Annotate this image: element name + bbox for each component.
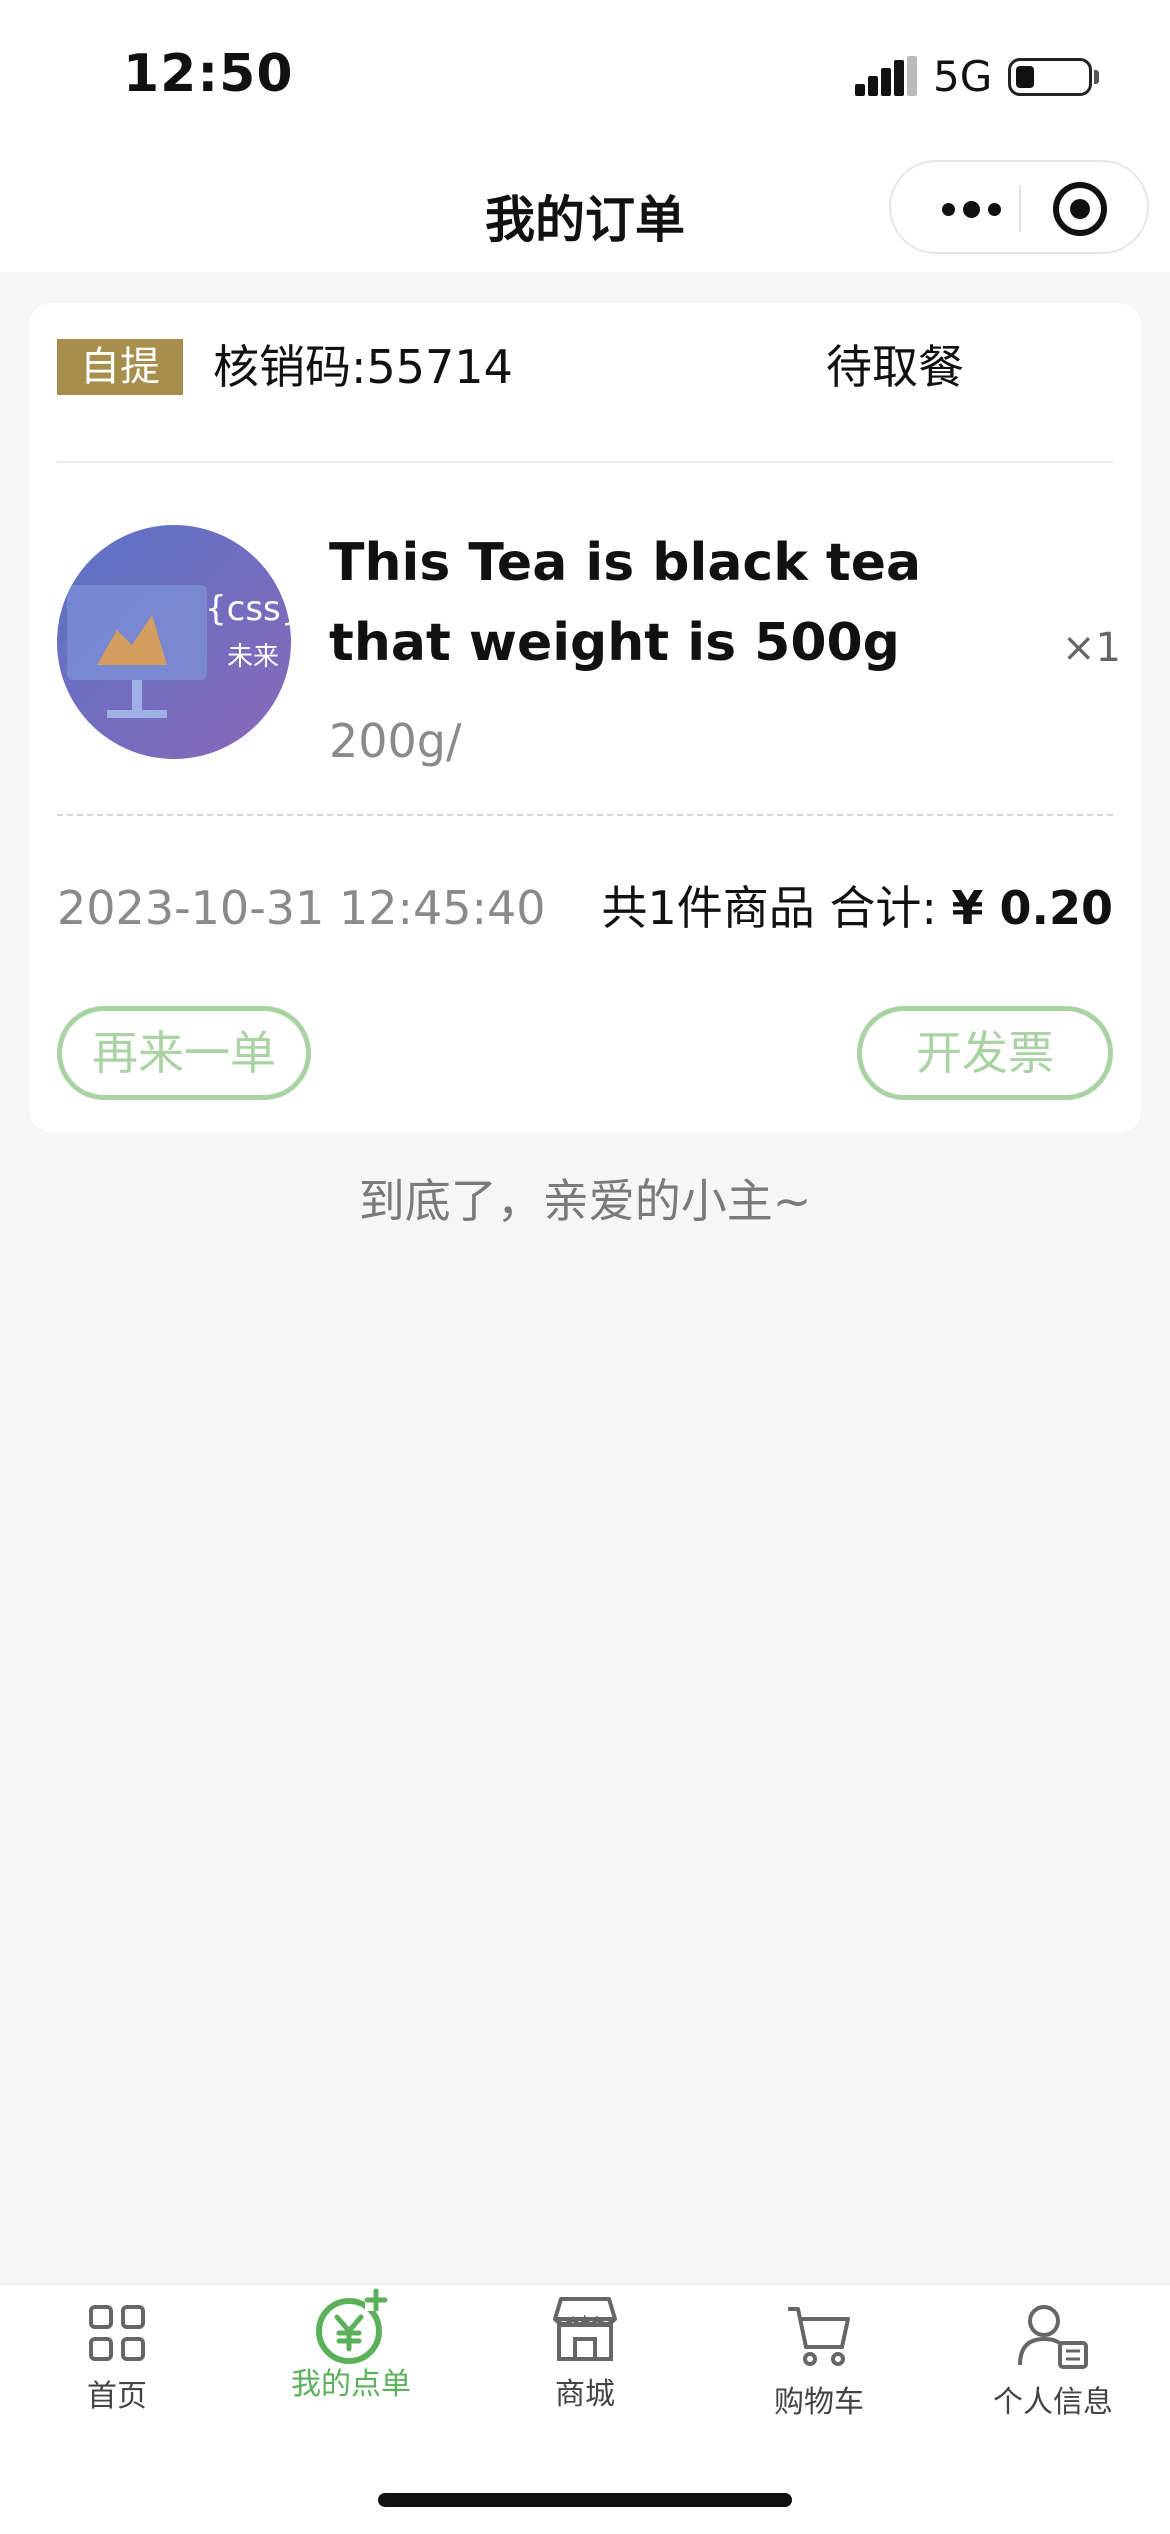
signal-icon bbox=[855, 56, 917, 96]
tab-label: 购物车 bbox=[774, 2385, 864, 2420]
more-menu-button[interactable] bbox=[921, 186, 1021, 232]
total-label: 合计: bbox=[829, 881, 937, 935]
tab-label: 我的点单 bbox=[291, 2367, 411, 2402]
grid-icon bbox=[89, 2305, 145, 2361]
divider bbox=[57, 461, 1113, 463]
tab-cart[interactable]: 购物车 bbox=[702, 2301, 936, 2441]
tab-label: 首页 bbox=[87, 2379, 147, 2414]
tab-store[interactable]: 商城 bbox=[468, 2297, 702, 2441]
product-name: This Tea is black tea that weight is 500… bbox=[329, 533, 922, 673]
store-icon bbox=[553, 2297, 617, 2361]
product-spec: 200g/ bbox=[329, 714, 462, 768]
end-of-list-hint: 到底了，亲爱的小主~ bbox=[358, 1174, 812, 1228]
close-target-icon[interactable] bbox=[1051, 180, 1109, 238]
status-time: 12:50 bbox=[123, 44, 294, 104]
product-thumbnail-graphic: {css} 未来 bbox=[57, 525, 291, 759]
battery-tip bbox=[1094, 70, 1099, 84]
order-status: 待取餐 bbox=[826, 340, 964, 394]
order-summary: 共1件商品 合计: ¥ 0.20 bbox=[601, 878, 1113, 938]
profile-card-icon bbox=[1018, 2305, 1088, 2369]
item-count: 共1件商品 bbox=[601, 881, 815, 935]
dot-icon bbox=[941, 202, 955, 216]
product-quantity: ×1 bbox=[1062, 625, 1121, 671]
order-time: 2023-10-31 12:45:40 bbox=[57, 881, 546, 935]
tab-my-orders[interactable]: 我的点单 bbox=[234, 2288, 468, 2441]
total-amount: ¥ 0.20 bbox=[951, 881, 1113, 935]
tab-home[interactable]: 首页 bbox=[0, 2301, 234, 2441]
cart-icon bbox=[788, 2307, 850, 2366]
nav-bar: 我的订单 bbox=[0, 150, 1170, 272]
thumbnail-text-css: {css} bbox=[205, 589, 291, 629]
network-type: 5G bbox=[933, 52, 993, 101]
order-card[interactable]: 自提 核销码:55714 待取餐 {css} 未来 This Tea is bl… bbox=[29, 303, 1141, 1132]
capsule-divider bbox=[1019, 186, 1021, 232]
tab-label: 商城 bbox=[555, 2377, 615, 2412]
dashed-divider bbox=[57, 814, 1113, 816]
pickup-tag: 自提 bbox=[57, 339, 183, 395]
yen-add-icon bbox=[316, 2288, 388, 2364]
home-indicator bbox=[378, 2493, 792, 2507]
invoice-button[interactable]: 开发票 bbox=[857, 1006, 1113, 1100]
tab-profile[interactable]: 个人信息 bbox=[936, 2301, 1170, 2441]
reorder-button[interactable]: 再来一单 bbox=[57, 1006, 311, 1100]
status-bar: 12:50 5G bbox=[0, 0, 1170, 150]
dot-icon bbox=[987, 202, 1001, 216]
tab-label: 个人信息 bbox=[993, 2385, 1113, 2420]
verify-code: 核销码:55714 bbox=[213, 340, 513, 394]
battery-icon bbox=[1008, 58, 1092, 96]
dot-icon bbox=[962, 200, 980, 218]
thumbnail-text-future: 未来 bbox=[227, 642, 279, 672]
product-image: {css} 未来 bbox=[57, 525, 291, 759]
mini-program-capsule bbox=[889, 160, 1149, 254]
